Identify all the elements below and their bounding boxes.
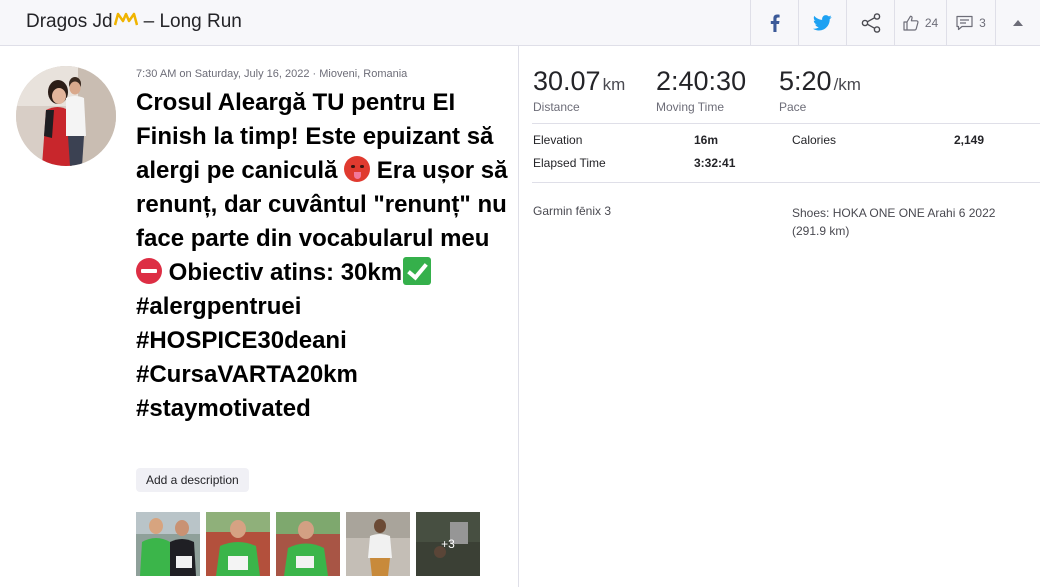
stat-moving-time: 2:40:30 Moving Time: [656, 66, 746, 114]
photo-thumb: [276, 512, 340, 576]
header-title: Dragos Jd – Long Run: [26, 11, 242, 33]
add-description-button[interactable]: Add a description: [136, 468, 249, 492]
distance-unit: km: [602, 75, 626, 94]
elevation-label: Elevation: [533, 133, 583, 147]
photo-thumb: [136, 512, 200, 576]
activity-photo[interactable]: [136, 512, 200, 576]
facebook-icon: [770, 14, 780, 32]
header-actions: 24 3: [750, 0, 1040, 46]
activity-photo[interactable]: [206, 512, 270, 576]
activity-title: Crosul Aleargă TU pentru EI Finish la ti…: [136, 86, 508, 426]
activity-stats-panel: 30.07 km Distance 2:40:30 Moving Time 5:2…: [520, 46, 1040, 587]
stat-distance: 30.07 km Distance: [533, 66, 625, 114]
photo-thumb: [206, 512, 270, 576]
comment-icon: [956, 15, 973, 31]
twitter-share-button[interactable]: [798, 0, 846, 46]
distance-value: 30.07: [533, 66, 601, 96]
activity-meta: 7:30 AM on Saturday, July 16, 2022 · Mio…: [136, 68, 408, 80]
moving-time-label: Moving Time: [656, 100, 725, 114]
elapsed-time-label: Elapsed Time: [533, 156, 606, 170]
moving-time-value: 2:40:30: [656, 66, 747, 96]
comments-button[interactable]: 3: [946, 0, 995, 46]
device-name: Garmin fēnix 3: [533, 204, 612, 218]
caret-up-icon: [1013, 20, 1023, 26]
comments-count: 3: [979, 16, 986, 30]
athlete-name[interactable]: Dragos Jd: [26, 11, 113, 32]
share-button[interactable]: [846, 0, 894, 46]
thumbs-up-icon: [903, 15, 919, 31]
facebook-share-button[interactable]: [750, 0, 798, 46]
elapsed-time-value: 3:32:41: [694, 156, 736, 170]
photo-thumb: [346, 512, 410, 576]
activity-header: Dragos Jd – Long Run 24 3: [0, 0, 1040, 46]
activity-photo[interactable]: [346, 512, 410, 576]
twitter-icon: [813, 15, 832, 31]
photo-strip: +3: [136, 512, 480, 576]
kudos-button[interactable]: 24: [894, 0, 946, 46]
stat-pace: 5:20/km Pace: [779, 66, 861, 114]
elevation-value: 16m: [694, 133, 719, 147]
calories-value: 2,149: [954, 133, 985, 147]
stats-divider: [532, 123, 1040, 124]
activity-photo-more[interactable]: +3: [416, 512, 480, 576]
gear-divider: [532, 182, 1040, 183]
kudos-count: 24: [924, 16, 939, 30]
title-text-4: #alergpentruei #HOSPICE30deani #CursaVAR…: [136, 293, 358, 422]
title-text-3: Obiectiv atins: 30km: [162, 259, 403, 286]
activity-photo[interactable]: [276, 512, 340, 576]
shoes-info[interactable]: Shoes: HOKA ONE ONE Arahi 6 2022 (291.9 …: [792, 204, 1002, 240]
calories-label: Calories: [792, 133, 837, 147]
check-mark-emoji-icon: [403, 257, 432, 285]
activity-type: Long Run: [159, 11, 242, 32]
pace-label: Pace: [779, 100, 807, 114]
avatar-photo: [16, 66, 116, 166]
hot-face-emoji-icon: [344, 156, 371, 182]
distance-label: Distance: [533, 100, 580, 114]
collapse-button[interactable]: [995, 0, 1040, 46]
activity-details-panel: 7:30 AM on Saturday, July 16, 2022 · Mio…: [0, 46, 519, 587]
share-icon: [861, 13, 880, 33]
title-separator: –: [143, 11, 155, 32]
summit-badge-icon: [113, 12, 138, 26]
no-entry-emoji-icon: [136, 258, 162, 284]
pace-unit: /km: [833, 75, 861, 94]
photos-more-count: +3: [416, 512, 480, 576]
pace-value: 5:20: [779, 66, 832, 96]
athlete-avatar[interactable]: [16, 66, 116, 166]
